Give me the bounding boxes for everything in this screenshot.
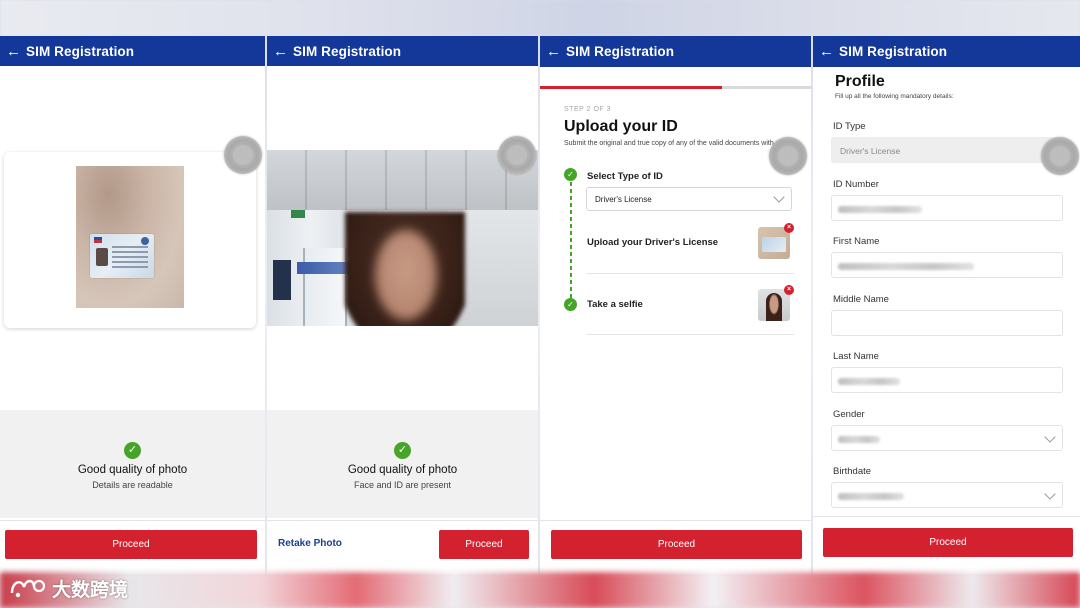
id-type-field: Driver's License	[831, 137, 1063, 163]
selfie-thumbnail[interactable]: ×	[758, 285, 794, 321]
back-arrow-icon[interactable]: ←	[6, 43, 22, 60]
first-name-input[interactable]	[831, 252, 1063, 278]
quality-subtitle: Details are readable	[92, 480, 173, 490]
watermark-logo-icon	[10, 579, 46, 598]
proceed-button[interactable]: Proceed	[551, 530, 802, 559]
check-icon: ✓	[394, 442, 411, 459]
id-photo-image	[76, 166, 184, 308]
floating-assistive-touch-button[interactable]	[498, 136, 536, 174]
middle-name-label: Middle Name	[833, 294, 889, 305]
redacted-value	[838, 436, 880, 443]
chevron-down-icon	[773, 191, 785, 203]
drivers-license-card-image	[90, 234, 154, 278]
watermark: 大数跨境	[8, 574, 128, 602]
retake-photo-link[interactable]: Retake Photo	[278, 538, 342, 549]
background-top-strip	[0, 0, 1080, 36]
photo-quality-panel: ✓ Good quality of photo Face and ID are …	[267, 410, 538, 518]
first-name-label: First Name	[833, 236, 880, 247]
check-icon: ✓	[564, 168, 577, 181]
app-title: SIM Registration	[566, 44, 675, 59]
step-indicator: STEP 2 OF 3	[564, 106, 611, 113]
proceed-button[interactable]: Proceed	[5, 530, 257, 559]
last-name-label: Last Name	[833, 351, 879, 362]
back-arrow-icon[interactable]: ←	[819, 43, 835, 60]
screen-profile: ← SIM Registration Profile Fill up all t…	[813, 36, 1080, 574]
gender-select[interactable]	[831, 425, 1063, 451]
footer-divider	[813, 516, 1080, 517]
remove-icon[interactable]: ×	[784, 285, 794, 295]
proceed-button[interactable]: Proceed	[439, 530, 529, 559]
selfie-camera-preview	[267, 150, 538, 326]
floating-assistive-touch-button[interactable]	[224, 136, 262, 174]
chevron-down-icon	[1044, 488, 1056, 500]
back-arrow-icon[interactable]: ←	[273, 43, 289, 60]
id-type-label: ID Type	[833, 121, 866, 132]
redacted-value	[838, 206, 922, 213]
quality-title: Good quality of photo	[347, 464, 458, 476]
middle-name-input[interactable]	[831, 310, 1063, 336]
step-timeline	[570, 182, 572, 306]
footer-divider	[540, 520, 811, 521]
redacted-value	[838, 378, 900, 385]
id-number-input[interactable]	[831, 195, 1063, 221]
quality-title: Good quality of photo	[77, 464, 188, 476]
birthdate-select[interactable]	[831, 482, 1063, 508]
footer-divider	[0, 520, 265, 521]
id-type-value: Driver's License	[840, 146, 901, 156]
page-description: Submit the original and true copy of any…	[564, 140, 794, 147]
uploaded-license-thumbnail[interactable]: ×	[758, 223, 794, 259]
step-progress-bar	[540, 86, 811, 89]
floating-assistive-touch-button[interactable]	[1041, 137, 1079, 175]
row-divider	[586, 273, 794, 274]
last-name-input[interactable]	[831, 367, 1063, 393]
select-id-type-label: Select Type of ID	[587, 171, 663, 182]
screen-id-photo-review: ← SIM Registration ✓ Good quality of pho…	[0, 36, 265, 574]
page-subtitle: Fill up all the following mandatory deta…	[835, 93, 954, 100]
upload-license-label: Upload your Driver's License	[587, 237, 719, 248]
app-bar: ← SIM Registration	[267, 36, 538, 66]
row-divider	[586, 334, 794, 335]
gender-label: Gender	[833, 409, 865, 420]
redacted-value	[838, 493, 904, 500]
photo-quality-panel: ✓ Good quality of photo Details are read…	[0, 410, 265, 518]
floating-assistive-touch-button[interactable]	[769, 137, 807, 175]
background-bottom-strip	[0, 572, 1080, 608]
check-icon: ✓	[124, 442, 141, 459]
app-title: SIM Registration	[293, 43, 402, 59]
id-type-select[interactable]: Driver's License	[586, 187, 792, 211]
app-bar: ← SIM Registration	[0, 36, 265, 66]
page-title: Profile	[835, 73, 885, 90]
quality-subtitle: Face and ID are present	[353, 480, 452, 490]
page-title: Upload your ID	[564, 118, 678, 135]
app-title: SIM Registration	[839, 44, 948, 59]
redacted-value	[838, 263, 974, 270]
proceed-button[interactable]: Proceed	[823, 528, 1073, 557]
footer-divider	[267, 520, 538, 521]
app-bar: ← SIM Registration	[540, 36, 811, 67]
remove-icon[interactable]: ×	[784, 223, 794, 233]
chevron-down-icon	[1044, 431, 1056, 443]
id-number-label: ID Number	[833, 179, 879, 190]
take-selfie-label: Take a selfie	[587, 299, 643, 310]
back-arrow-icon[interactable]: ←	[546, 43, 562, 60]
selfie-person-image	[345, 212, 465, 326]
screen-selfie-review: ← SIM Registration ✓ Good quality of pho…	[267, 36, 538, 574]
step-progress-fill	[540, 86, 722, 89]
watermark-text: 大数跨境	[52, 579, 129, 601]
id-type-select-value: Driver's License	[595, 195, 652, 204]
app-title: SIM Registration	[26, 43, 135, 59]
screen-upload-id: ← SIM Registration STEP 2 OF 3 Upload yo…	[540, 36, 811, 574]
birthdate-label: Birthdate	[833, 466, 872, 477]
check-icon: ✓	[564, 298, 577, 311]
id-photo-card	[4, 152, 256, 328]
app-bar: ← SIM Registration	[813, 36, 1080, 67]
